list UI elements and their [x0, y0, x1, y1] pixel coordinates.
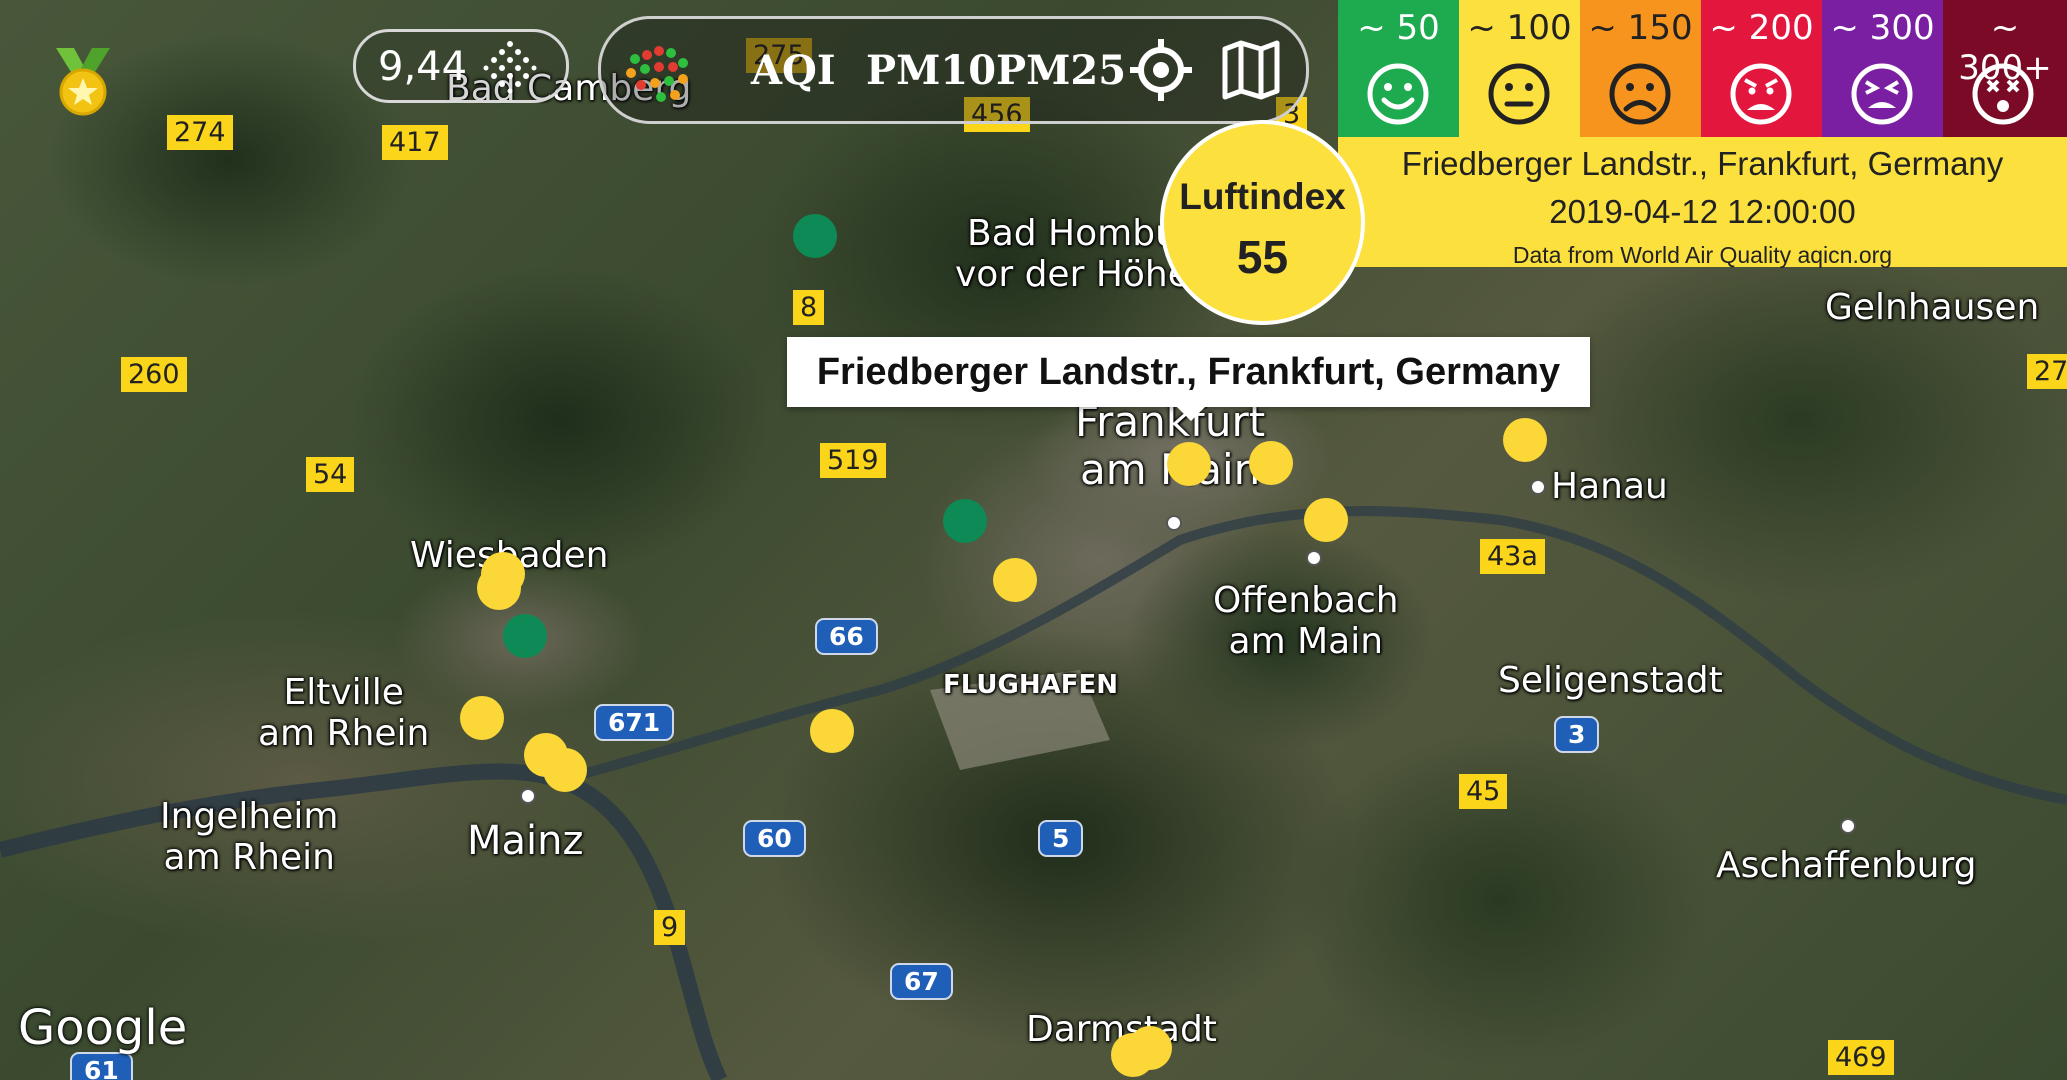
legend-level-label: ~ 300 — [1830, 8, 1935, 48]
place-ingelheim: Ingelheim am Rhein — [160, 796, 339, 879]
aqi-toggle[interactable]: AQI — [751, 47, 836, 94]
road-519: 519 — [820, 443, 886, 478]
crosshair-icon[interactable] — [1128, 37, 1194, 103]
town-dot-hanau — [1530, 479, 1546, 495]
sensor-reading[interactable]: 9,44 — [353, 29, 569, 103]
station-marker[interactable] — [793, 214, 837, 258]
station-marker[interactable] — [943, 499, 987, 543]
pollutant-toolbar: AQI PM10 PM25 — [598, 16, 1309, 124]
place-gelnhausen: Gelnhausen — [1825, 287, 2040, 328]
station-marker[interactable] — [477, 566, 521, 610]
town-dot-offenbach — [1306, 550, 1322, 566]
legend-level-unhealthy[interactable]: ~ 200 — [1701, 0, 1822, 137]
neutral-face-icon — [1488, 63, 1550, 125]
road-469: 469 — [1828, 1040, 1894, 1075]
road-417: 417 — [382, 125, 448, 160]
place-mainz: Mainz — [467, 818, 584, 864]
highway-61: 61 — [70, 1052, 133, 1080]
medal-icon — [56, 48, 110, 116]
map-icon[interactable] — [1221, 39, 1281, 101]
aqi-legend-panel: ~ 50 ~ 100 ~ 150 ~ 200 ~ 300 ~ 300+ Frie… — [1338, 0, 2067, 269]
aqi-index-label: Luftindex — [1179, 176, 1346, 217]
road-8: 8 — [793, 290, 825, 325]
highway-5: 5 — [1038, 820, 1084, 857]
squint-face-icon — [1851, 63, 1913, 125]
road-54: 54 — [306, 457, 355, 492]
place-bad-homburg: Bad Hombu vor der Höhe — [955, 213, 1190, 296]
legend-level-very-unhealthy[interactable]: ~ 300 — [1822, 0, 1943, 137]
place-bad-homburg-line1: Bad Hombu — [967, 213, 1178, 254]
town-dot-frankfurt — [1166, 515, 1182, 531]
station-marker[interactable] — [993, 558, 1037, 602]
legend-level-label: ~ 100 — [1467, 8, 1572, 48]
dot-matrix-icon — [483, 41, 537, 94]
road-276: 276 — [2027, 354, 2067, 389]
station-marker[interactable] — [1304, 498, 1348, 542]
legend-level-moderate[interactable]: ~ 100 — [1459, 0, 1580, 137]
legend-level-label: ~ 50 — [1357, 8, 1440, 48]
aqi-index-value: 55 — [1236, 231, 1289, 283]
highway-67: 67 — [890, 963, 953, 1000]
road-9: 9 — [654, 910, 686, 945]
station-marker[interactable] — [1503, 418, 1547, 462]
legend-station-name: Friedberger Landstr., Frankfurt, Germany — [1401, 145, 2004, 182]
smile-face-icon — [1367, 63, 1429, 125]
place-seligenstadt: Seligenstadt — [1498, 660, 1723, 701]
town-dot-mainz — [520, 788, 536, 804]
aqi-index-bubble[interactable]: Luftindex 55 — [1160, 120, 1365, 325]
station-marker[interactable] — [543, 748, 587, 792]
traffic-light-dots-icon[interactable] — [621, 37, 701, 107]
station-marker[interactable] — [1249, 441, 1293, 485]
station-marker[interactable] — [503, 614, 547, 658]
pm25-toggle[interactable]: PM25 — [996, 47, 1126, 94]
road-43a: 43a — [1480, 539, 1545, 574]
dizzy-face-icon — [1972, 63, 2034, 125]
sensor-value: 9,44 — [378, 44, 468, 90]
legend-data-source[interactable]: Data from World Air Quality aqicn.org — [1338, 242, 2067, 269]
highway-671: 671 — [594, 704, 675, 741]
highway-66: 66 — [815, 618, 878, 655]
station-marker[interactable] — [460, 696, 504, 740]
achievement-badge[interactable] — [48, 48, 118, 118]
road-260: 260 — [121, 357, 187, 392]
road-45: 45 — [1459, 774, 1508, 809]
town-dot-aschaffenburg — [1840, 818, 1856, 834]
legend-level-label: ~ 150 — [1588, 8, 1693, 48]
place-frankfurt: Frankfurtam Main — [1075, 397, 1266, 495]
angry-face-icon — [1730, 63, 1792, 125]
place-aschaffenburg: Aschaffenburg — [1716, 845, 1977, 886]
legend-level-label: ~ 200 — [1709, 8, 1814, 48]
place-flughafen: FLUGHAFEN — [943, 670, 1119, 700]
pm10-toggle[interactable]: PM10 — [866, 47, 996, 94]
google-attribution: Google — [18, 1000, 188, 1056]
legend-level-sensitive[interactable]: ~ 150 — [1580, 0, 1701, 137]
place-eltville: Eltville am Rhein — [258, 672, 430, 755]
highway-60: 60 — [743, 820, 806, 857]
legend-level-good[interactable]: ~ 50 — [1338, 0, 1459, 137]
station-tooltip[interactable]: Friedberger Landstr., Frankfurt, Germany — [787, 337, 1590, 421]
highway-3: 3 — [1554, 716, 1600, 753]
place-offenbach: Offenbach am Main — [1213, 580, 1399, 663]
frown-face-icon — [1609, 63, 1671, 125]
station-marker[interactable] — [1167, 442, 1211, 486]
place-bad-homburg-line2: vor der Höhe — [955, 254, 1190, 296]
road-274: 274 — [167, 115, 233, 150]
station-marker[interactable] — [1128, 1026, 1172, 1070]
legend-level-hazardous[interactable]: ~ 300+ — [1943, 0, 2067, 137]
legend-timestamp: 2019-04-12 12:00:00 — [1549, 193, 1856, 230]
station-marker[interactable] — [810, 709, 854, 753]
place-hanau: Hanau — [1551, 466, 1668, 507]
